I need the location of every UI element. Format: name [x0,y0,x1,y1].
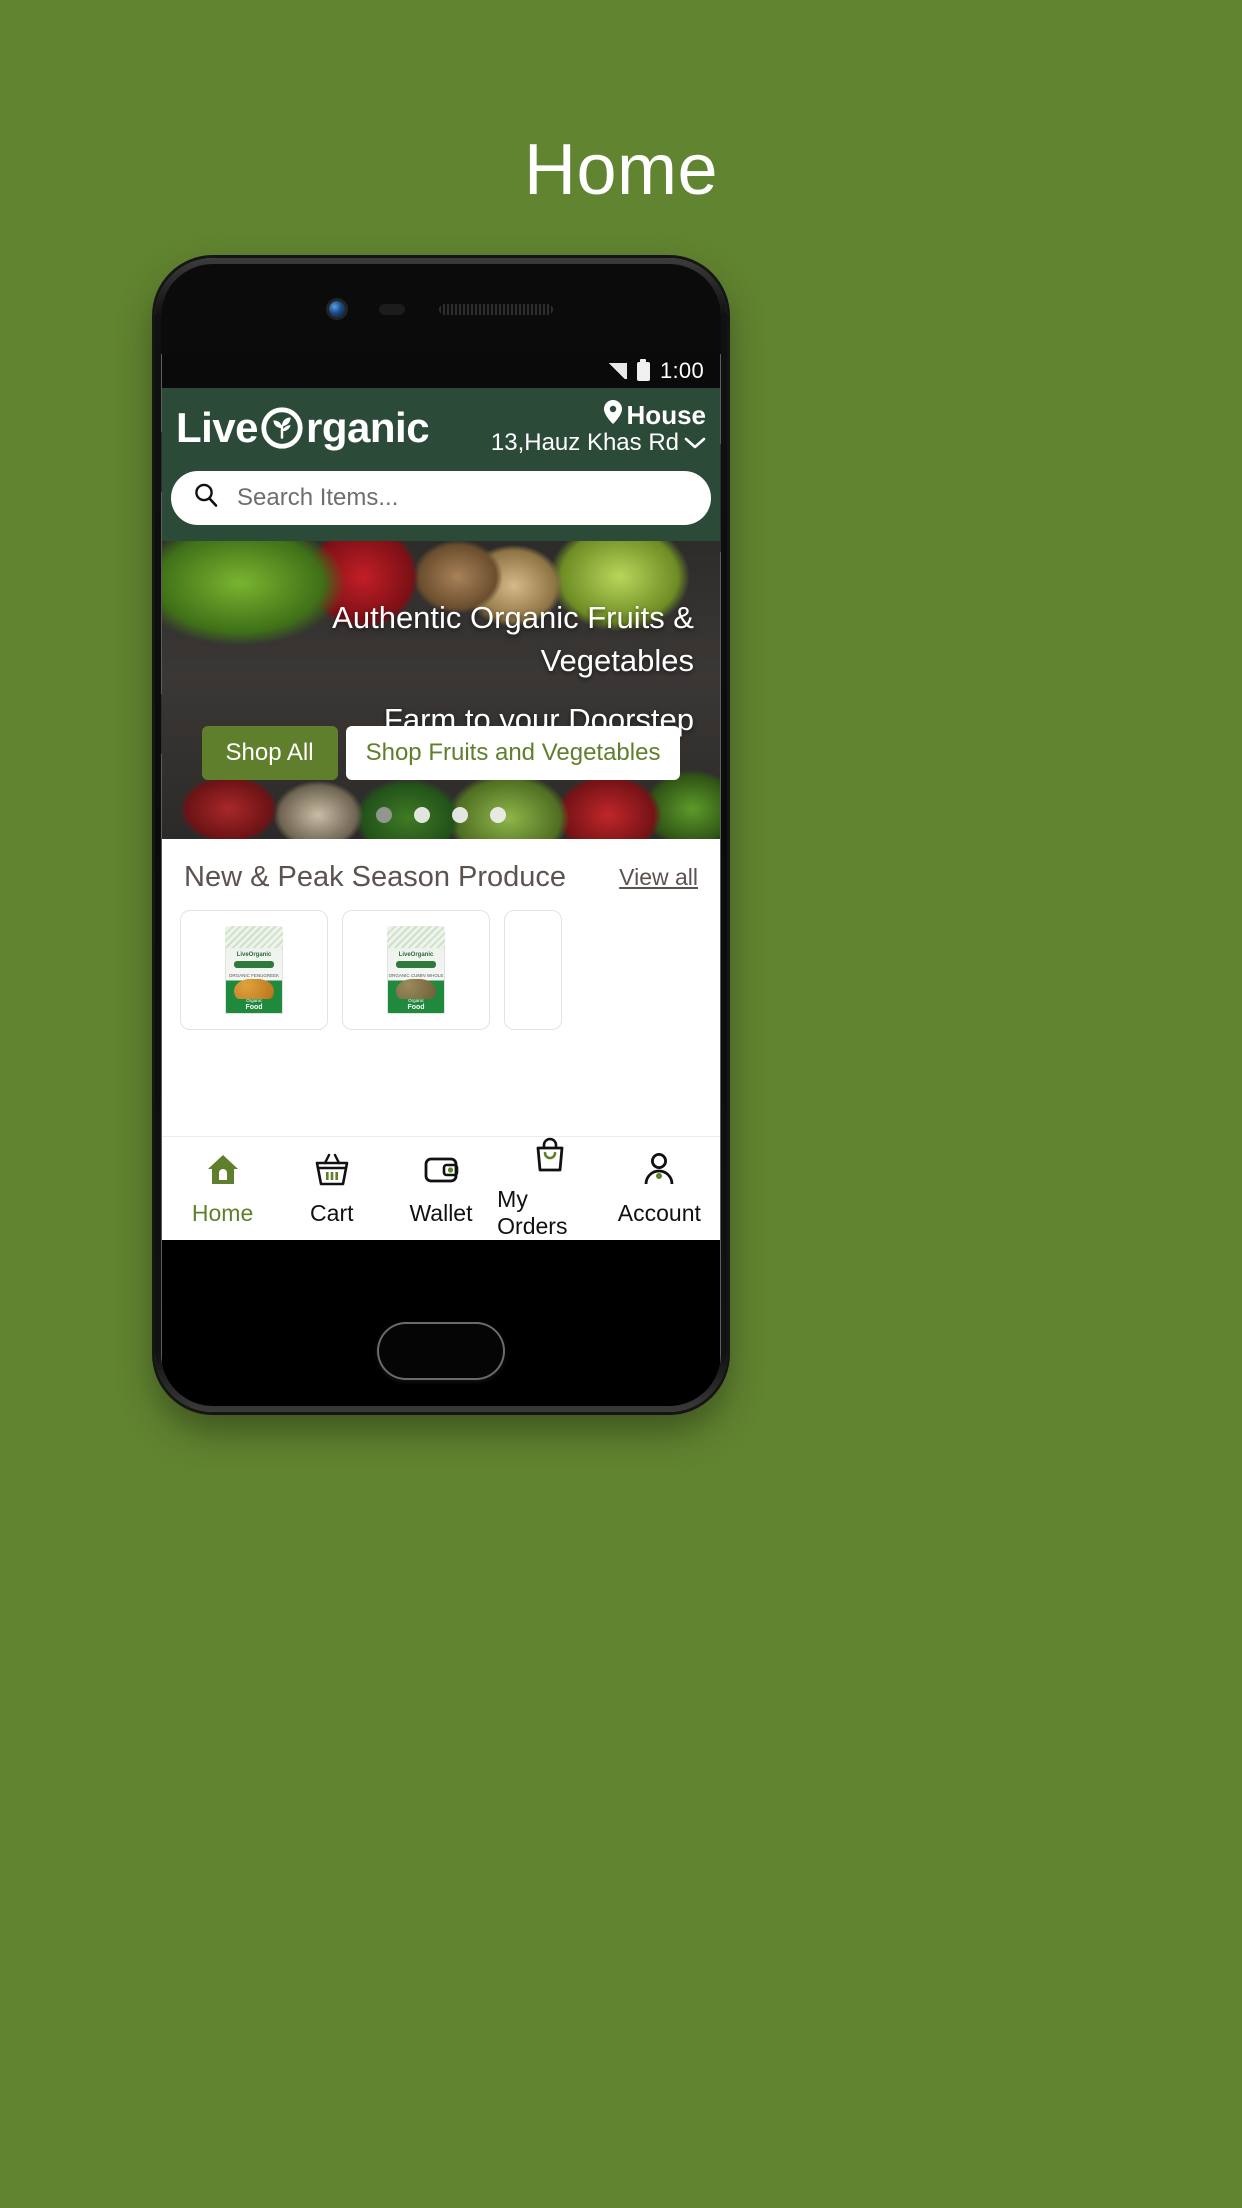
hero-headline-line1: Authentic Organic Fruits & [332,599,694,635]
person-icon [640,1151,678,1194]
product-footer-big: Food [407,1004,425,1012]
product-card[interactable] [504,909,562,1030]
phone-top-hardware [161,264,721,354]
search-icon [193,482,219,513]
product-card[interactable]: LiveOrganic ORGANIC FENUGREEK SEEDS Orga… [180,909,328,1030]
nav-label-cart: Cart [310,1199,354,1226]
search-section: Search Items... [162,456,720,541]
nav-label-account: Account [617,1199,701,1226]
carousel-dot-1[interactable] [376,806,392,823]
nav-item-account[interactable]: Account [606,1151,712,1227]
hero-text-block: Authentic Organic Fruits & Vegetables Fa… [196,597,694,741]
product-card[interactable]: LiveOrganic ORGANIC CUMIN WHOLE Organic … [342,909,490,1030]
nav-item-cart[interactable]: Cart [279,1151,385,1227]
carousel-dot-2[interactable] [414,806,430,823]
search-bar[interactable]: Search Items... [171,470,711,525]
product-card-list[interactable]: LiveOrganic ORGANIC FENUGREEK SEEDS Orga… [162,909,720,1030]
phone-screen: 1:00 Live rganic House 13,Hauz Khas Rd S… [162,354,720,1240]
delivery-location-selector[interactable]: House 13,Hauz Khas Rd [491,400,706,457]
home-hardware-button[interactable] [377,1322,505,1380]
product-image-cumin: LiveOrganic ORGANIC CUMIN WHOLE Organic … [387,925,445,1014]
nav-label-wallet: Wallet [409,1199,473,1226]
nav-label-home: Home [191,1199,254,1226]
shopping-bag-icon [531,1137,569,1180]
status-bar: 1:00 [162,354,720,388]
bottom-navigation-bar: Home Cart Wallet My Orders Account [162,1136,720,1240]
shop-all-button[interactable]: Shop All [201,725,338,780]
battery-icon [636,358,650,381]
leaf-in-circle-icon [259,405,305,451]
proximity-sensor-icon [379,303,405,315]
location-line1: House [626,399,706,430]
hero-cta-group: Shop All Shop Fruits and Vegetables [162,725,720,780]
section-title: New & Peak Season Produce [184,860,567,893]
hero-banner-carousel[interactable]: Authentic Organic Fruits & Vegetables Fa… [162,540,720,839]
brand-logo-text-live: Live [176,404,259,452]
product-brand-label: LiveOrganic [398,951,434,958]
product-footer-big: Food [245,1004,263,1012]
hero-headline-line2: Vegetables [540,642,694,678]
phone-device-frame: 1:00 Live rganic House 13,Hauz Khas Rd S… [155,258,727,1412]
brand-logo-text-rganic: rganic [306,404,430,452]
home-icon [204,1151,242,1194]
app-header: Live rganic House 13,Hauz Khas Rd [162,388,720,457]
nav-item-my-orders[interactable]: My Orders [497,1137,603,1240]
nav-item-wallet[interactable]: Wallet [388,1151,494,1227]
carousel-dot-3[interactable] [452,806,468,823]
earpiece-speaker-icon [439,303,553,315]
location-pin-icon [603,400,622,430]
product-brand-label: LiveOrganic [236,951,272,958]
view-all-link[interactable]: View all [619,864,698,891]
product-name-label: ORGANIC CUMIN WHOLE [388,972,444,978]
basket-icon [313,1151,351,1194]
shop-fruits-vegetables-button[interactable]: Shop Fruits and Vegetables [345,725,681,780]
chevron-down-icon [684,430,706,457]
search-input[interactable]: Search Items... [237,484,398,512]
carousel-dot-4[interactable] [490,806,506,823]
carousel-dots [162,806,720,823]
brand-logo[interactable]: Live rganic [176,404,430,452]
nav-item-home[interactable]: Home [170,1151,276,1227]
product-image-seeds: LiveOrganic ORGANIC FENUGREEK SEEDS Orga… [225,925,283,1014]
location-line2: 13,Hauz Khas Rd [490,429,679,457]
produce-section-header: New & Peak Season Produce View all [162,838,720,910]
front-camera-icon [329,301,345,317]
nav-label-my-orders: My Orders [497,1186,568,1239]
wallet-icon [422,1151,460,1194]
signal-bars-icon [606,363,627,379]
status-bar-clock: 1:00 [659,358,704,383]
